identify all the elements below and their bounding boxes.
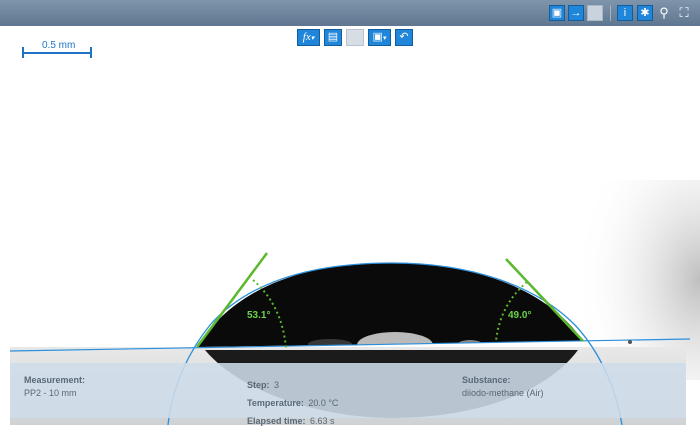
right-contact-angle: 49.0°: [508, 310, 532, 321]
step-block: Step: 3 Temperature: 20.0 °C Elapsed tim…: [247, 375, 338, 429]
droplet-image: [9, 180, 700, 425]
measurement-info-panel: Measurement: PP2 - 10 mm Step: 3 Tempera…: [10, 363, 686, 426]
measurement-value: PP2 - 10 mm: [24, 388, 77, 398]
measurement-key: Measurement:: [24, 375, 86, 385]
temperature-value: 20.0 °C: [308, 398, 339, 408]
step-value: 3: [273, 380, 279, 390]
temperature-key: Temperature:: [247, 398, 304, 408]
substance-key: Substance:: [462, 375, 511, 385]
step-key: Step:: [247, 380, 270, 390]
baseline-marker: [628, 340, 632, 344]
substance-block: Substance: diiodo-methane (Air): [462, 375, 544, 398]
substance-value: diiodo-methane (Air): [462, 388, 544, 398]
left-contact-angle: 53.1°: [247, 310, 271, 321]
measurement-block: Measurement: PP2 - 10 mm: [24, 375, 85, 398]
